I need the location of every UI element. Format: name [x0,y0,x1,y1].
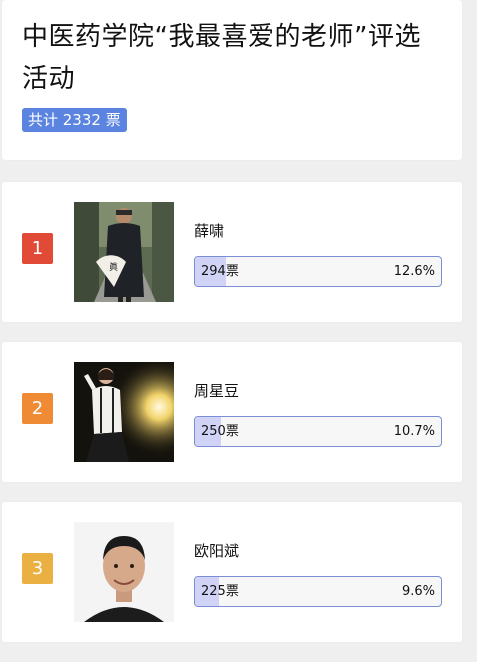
page-title: 中医药学院“我最喜爱的老师”评选活动 [22,22,421,94]
total-votes-badge: 共计 2332 票 [22,108,127,132]
vote-bar[interactable]: 225票 9.6% [194,576,442,607]
candidate-photo[interactable]: 眞 [74,202,174,302]
vote-count: 250票 [201,424,239,439]
candidate-name: 周星豆 [194,382,240,400]
vote-percent: 12.6% [393,264,435,279]
rank-badge: 1 [22,233,53,264]
vote-count: 294票 [201,264,239,279]
rank-badge: 2 [22,393,53,424]
vote-percent: 10.7% [393,424,435,439]
header-card: 中医药学院“我最喜爱的老师”评选活动 共计 2332 票 [2,0,462,160]
candidate-card[interactable]: 1 眞 薛啸 294票 12.6% [2,182,462,322]
vote-count: 225票 [201,584,239,599]
candidate-card[interactable]: 3 欧阳斌 225票 9.6% [2,502,462,642]
vote-bar[interactable]: 294票 12.6% [194,256,442,287]
vote-percent: 9.6% [401,584,435,599]
candidate-name: 欧阳斌 [194,542,240,560]
vote-bar[interactable]: 250票 10.7% [194,416,442,447]
candidate-photo[interactable] [74,522,174,622]
candidate-photo[interactable] [74,362,174,462]
candidate-name: 薛啸 [194,222,225,240]
candidate-card[interactable]: 2 周星豆 250票 10.7% [2,342,462,482]
rank-badge: 3 [22,553,53,584]
svg-text:眞: 眞 [109,261,118,273]
